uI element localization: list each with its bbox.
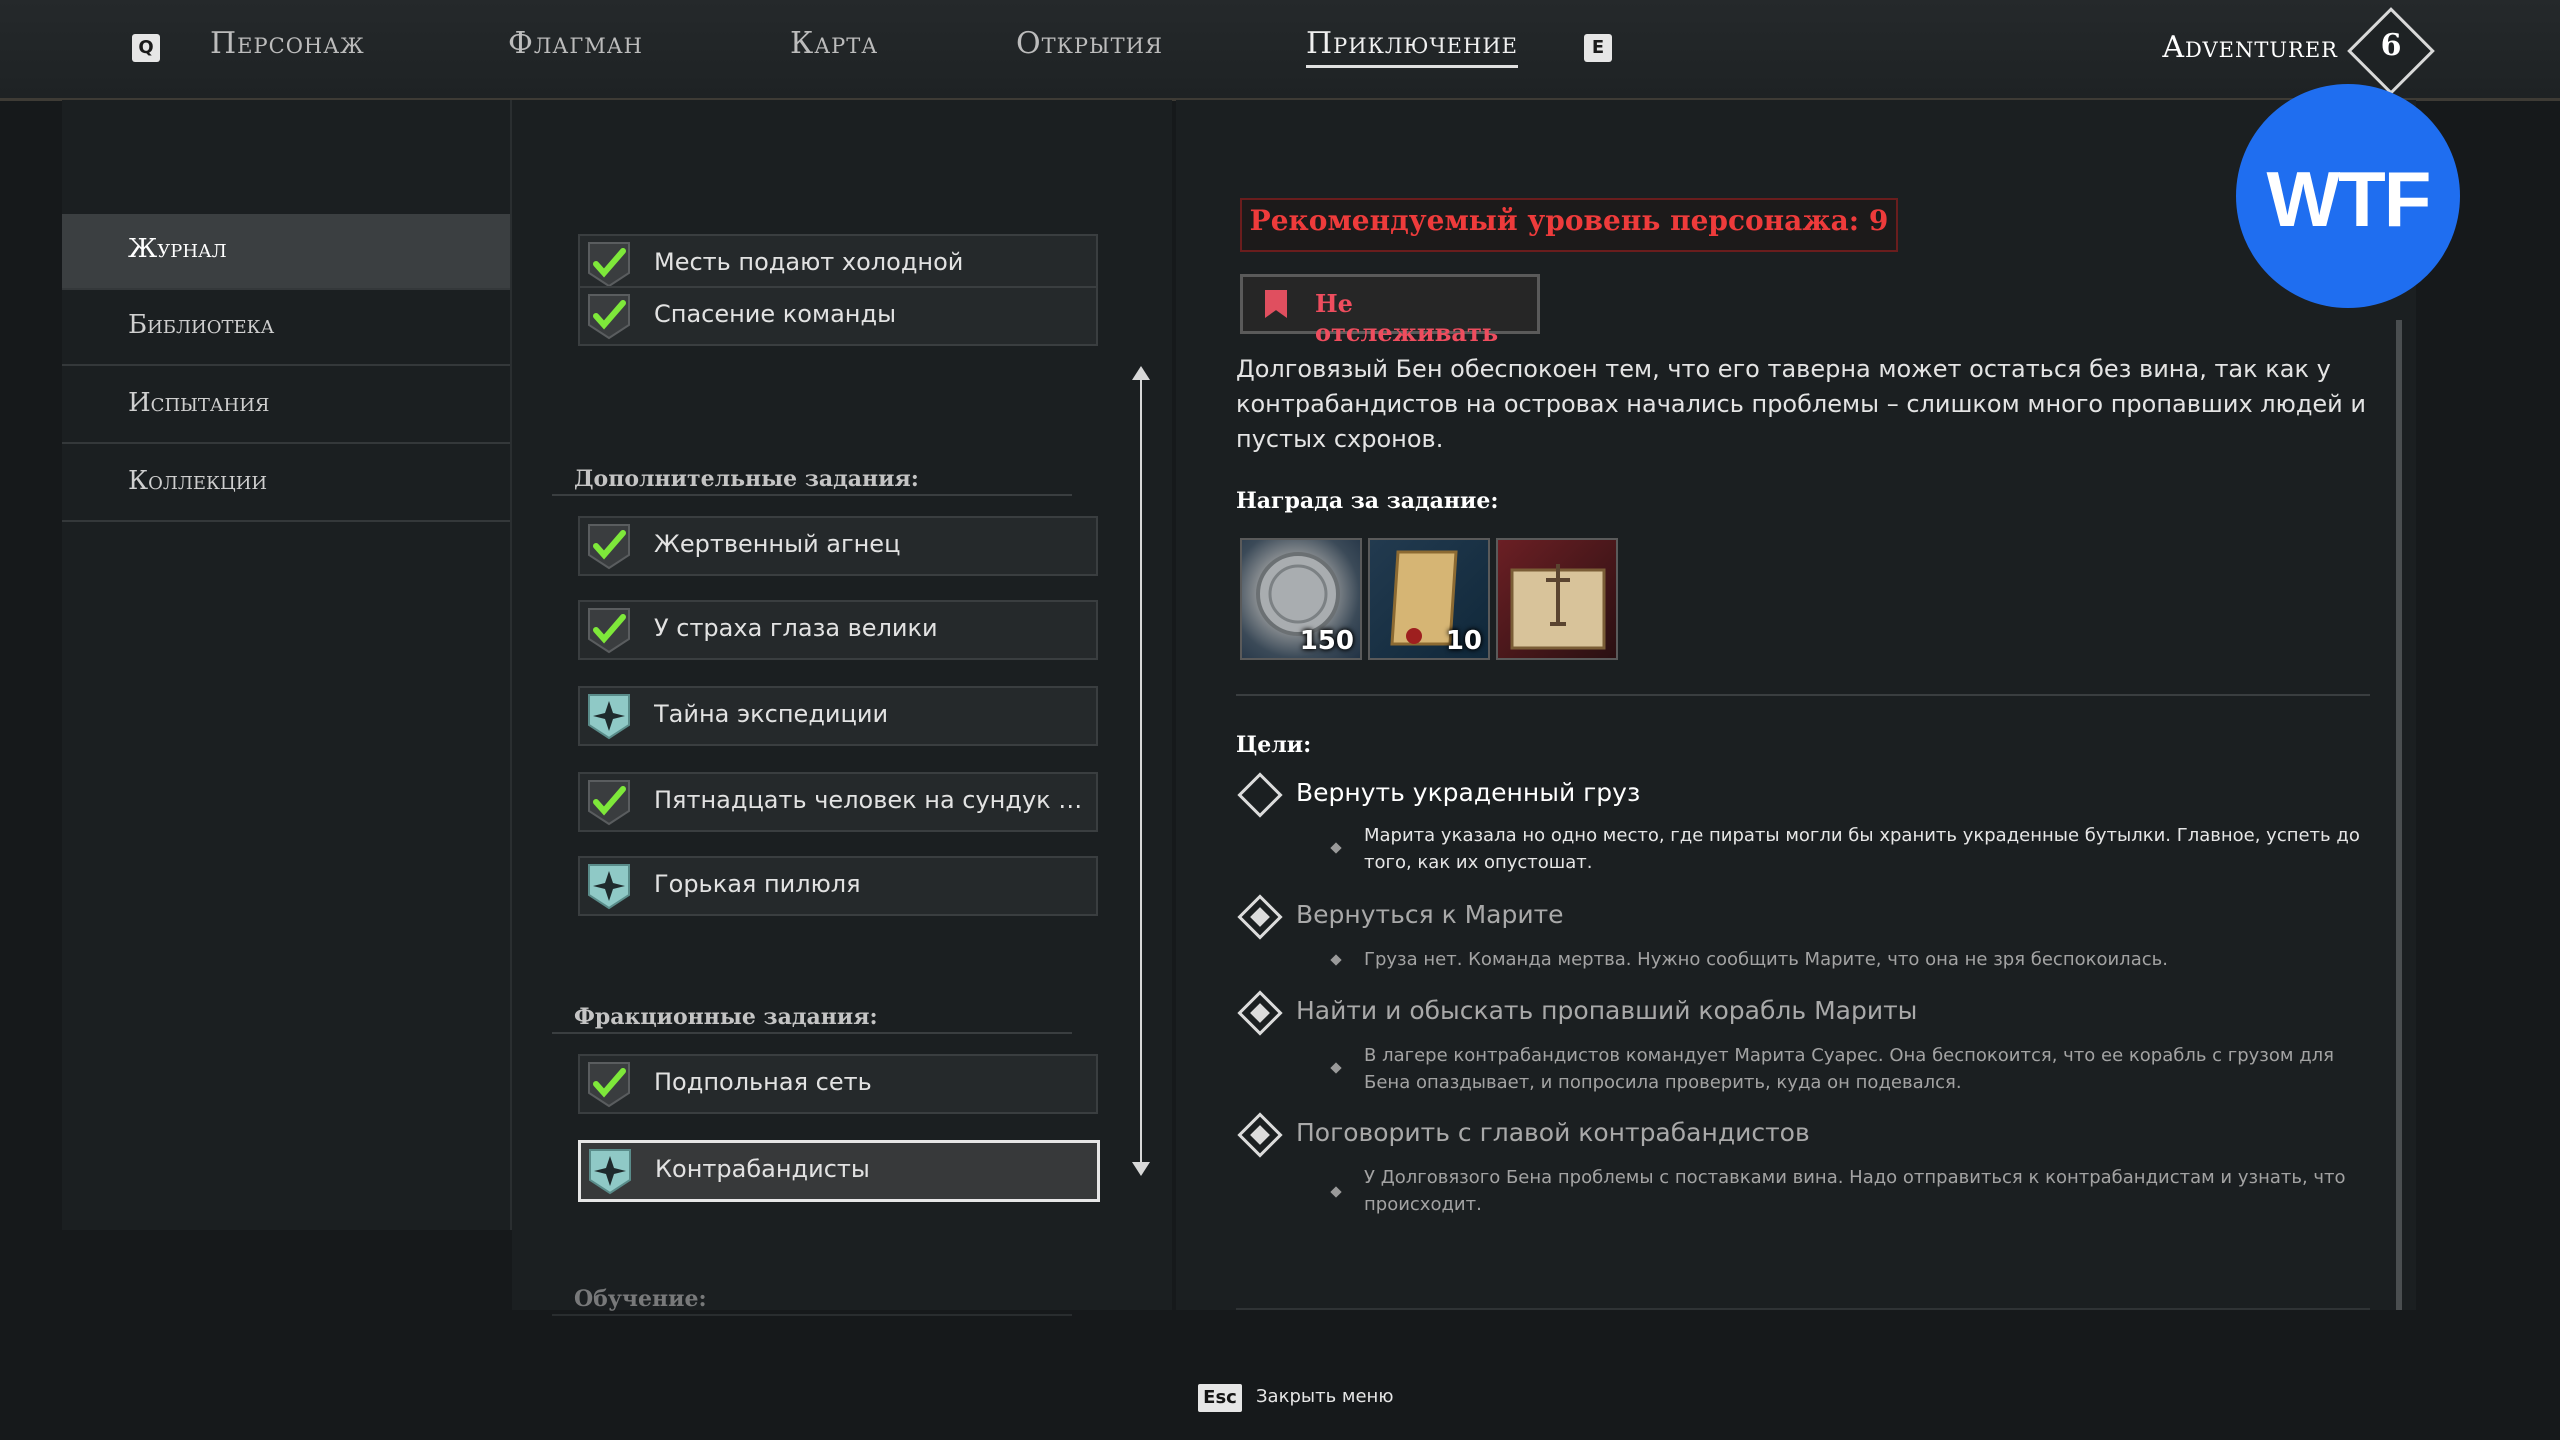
detail-scrollbar[interactable] [2396,320,2402,1310]
top-nav-bar: Q Персонаж Флагман Карта Открытия Приклю… [0,0,2560,101]
quest-label: Месть подают холодной [654,248,964,276]
prev-tab-key-hint[interactable]: Q [132,34,160,62]
untrack-label: Не отслеживать [1315,289,1499,347]
sidebar-item-label: Испытания [128,388,270,418]
untrack-button[interactable]: Не отслеживать [1240,274,1540,347]
quest-label: Пятнадцать человек на сундук м... [654,786,1084,814]
close-menu-label: Закрыть меню [1256,1386,1394,1407]
next-tab-key-hint[interactable]: E [1584,34,1612,62]
wtf-logo: WTF [2236,84,2460,308]
quest-label: Горькая пилюля [654,870,861,898]
quest-label: Тайна экспедиции [654,700,889,728]
quest-item-smugglers[interactable]: Контрабандисты [578,1140,1100,1202]
tab-map[interactable]: Карта [790,26,878,61]
goal-title: Найти и обыскать пропавший корабль Марит… [1296,996,1918,1025]
esc-key-hint[interactable]: Esc [1198,1384,1242,1412]
reward-header: Награда за задание: [1236,488,1499,514]
sidebar-item-journal[interactable]: Журнал [62,214,510,290]
quest-item-bitter-pill[interactable]: Горькая пилюля [578,856,1098,916]
tab-adventure[interactable]: Приключение [1306,26,1518,68]
player-level: 6 [2380,28,2402,63]
reward-book[interactable] [1496,538,1618,660]
quest-item-rescue-crew[interactable]: Спасение команды [578,286,1098,346]
quest-item-sacrificial-lamb[interactable]: Жертвенный агнец [578,516,1098,576]
quest-item-expedition-mystery[interactable]: Тайна экспедиции [578,686,1098,746]
quest-item-fifteen-men[interactable]: Пятнадцать человек на сундук м... [578,772,1098,832]
reward-quantity: 10 [1445,626,1482,656]
tab-character[interactable]: Персонаж [210,26,365,61]
quest-item-underground-network[interactable]: Подпольная сеть [578,1054,1098,1114]
quest-item-fear[interactable]: У страха глаза велики [578,600,1098,660]
quest-label: У страха глаза велики [654,614,938,642]
scroll-up-arrow-icon[interactable] [1132,366,1150,380]
sidebar-item-label: Коллекции [128,466,268,496]
goals-header: Цели: [1236,732,1312,758]
player-name: Adventurer [2162,30,2338,65]
sidebar-item-library[interactable]: Библиотека [62,290,510,366]
quest-label: Контрабандисты [655,1155,870,1183]
reward-silver-coin[interactable]: 150 [1240,538,1362,660]
detail-bottom-divider [1236,1308,2370,1310]
quest-list-scrollbar[interactable] [1140,372,1142,1172]
reward-scroll[interactable]: 10 [1368,538,1490,660]
tab-flagship[interactable]: Флагман [508,26,643,61]
training-header: Обучение: [552,1280,1072,1316]
goal-description: Груза нет. Команда мертва. Нужно сообщит… [1364,949,2168,970]
sidebar-item-collections[interactable]: Коллекции [62,446,510,522]
scroll-down-arrow-icon[interactable] [1132,1162,1150,1176]
active-quest-star-icon [588,694,630,740]
quest-list-panel: Месть подают холодной Спасение команды Д… [512,100,1172,1316]
goal-description: Марита указала но одно место, где пираты… [1364,825,2360,873]
completed-check-icon [588,294,630,340]
goal-title: Вернуться к Марите [1296,900,1564,929]
completed-check-icon [588,524,630,570]
quest-label: Подпольная сеть [654,1068,872,1096]
goal-description: У Долговязого Бена проблемы с поставками… [1364,1167,2346,1215]
goal-title: Поговорить с главой контрабандистов [1296,1118,1810,1147]
completed-check-icon [588,1062,630,1108]
recommended-level: Рекомендуемый уровень персонажа: 9 [1240,198,1898,252]
completed-check-icon [588,780,630,826]
sidebar-item-label: Библиотека [128,310,275,340]
section-divider [1236,694,2370,696]
faction-quests-header: Фракционные задания: [552,998,1072,1034]
sidebar: Журнал Библиотека Испытания Коллекции [62,100,512,1230]
quest-label: Спасение команды [654,300,897,328]
reward-quantity: 150 [1299,626,1354,656]
bookmark-icon [1265,290,1287,318]
active-quest-star-icon [589,1149,631,1195]
quest-label: Жертвенный агнец [654,530,901,558]
active-quest-star-icon [588,864,630,910]
quest-item-revenge[interactable]: Месть подают холодной [578,234,1098,294]
tab-discoveries[interactable]: Открытия [1016,26,1163,61]
side-quests-header: Дополнительные задания: [552,460,1072,496]
completed-check-icon [588,608,630,654]
quest-description: Долговязый Бен обеспокоен тем, что его т… [1236,355,2367,453]
goal-description: В лагере контрабандистов командует Марит… [1364,1045,2334,1093]
book-candle-icon [1510,564,1606,650]
sidebar-item-trials[interactable]: Испытания [62,368,510,444]
completed-check-icon [588,242,630,288]
sidebar-item-label: Журнал [128,234,227,264]
goal-title: Вернуть украденный груз [1296,778,1641,807]
